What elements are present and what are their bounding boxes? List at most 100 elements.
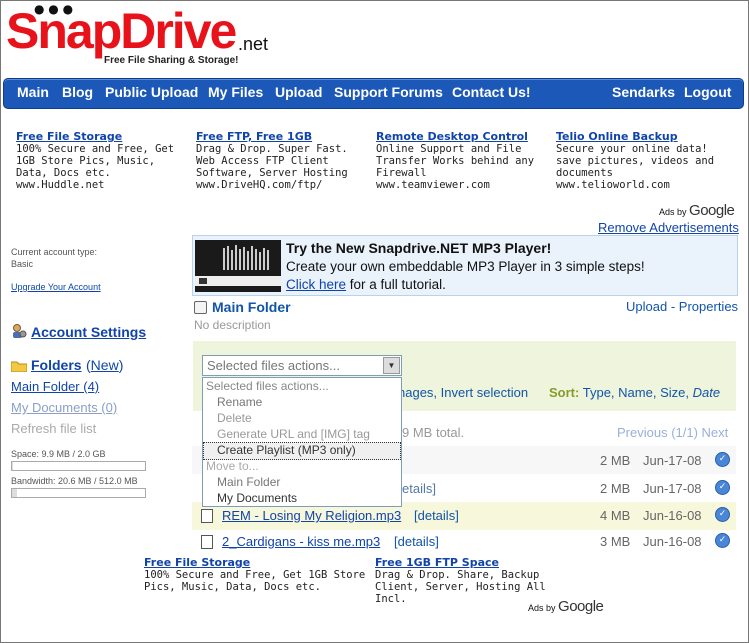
selected-check-icon[interactable]: ✓ [715, 452, 730, 467]
audio-file-icon [201, 509, 213, 523]
ad-url[interactable]: www.telioworld.com [556, 179, 728, 191]
select-all-checkbox[interactable] [194, 301, 207, 314]
ad-body: Drag & Drop. Super Fast. Web Access FTP … [196, 143, 348, 179]
file-date: Jun-17-08 [643, 453, 702, 468]
selected-files-actions-select[interactable]: Selected files actions... ▼ [202, 355, 402, 376]
remove-ads-link[interactable]: Remove Advertisements [598, 220, 739, 235]
dropdown-option-main-folder[interactable]: Main Folder [217, 475, 280, 489]
space-bar-fill [12, 462, 13, 470]
bandwidth-label: Bandwidth: 20.6 MB / 512.0 MB [11, 476, 138, 486]
ad-title[interactable]: Remote Desktop Control [376, 131, 548, 143]
details-link[interactable]: [details] [414, 508, 459, 523]
sort-name[interactable]: Name [618, 385, 653, 400]
ad-block[interactable]: Remote Desktop Control Online Support an… [376, 131, 548, 192]
nav-main[interactable]: Main [17, 84, 49, 100]
ad-block[interactable]: Free File Storage 100% Secure and Free, … [16, 131, 188, 192]
sort-controls: Sort: Type, Name, Size, Date [549, 385, 721, 400]
ad-title[interactable]: Free File Storage [144, 557, 374, 569]
nav-public-upload[interactable]: Public Upload [105, 84, 198, 100]
ad-url[interactable]: www.teamviewer.com [376, 179, 548, 191]
details-link[interactable]: [details] [394, 534, 439, 549]
mp3-banner-line2-rest: for a full tutorial. [346, 277, 446, 292]
selected-check-icon[interactable]: ✓ [715, 533, 730, 548]
folder-actions: Upload - Properties [626, 299, 738, 314]
folder-title: Main Folder [212, 299, 291, 315]
ads-by-prefix: Ads by [528, 603, 556, 613]
ad-url[interactable]: www.DriveHQ.com/ftp/ [196, 179, 368, 191]
properties-link[interactable]: Properties [679, 299, 738, 314]
mp3-banner-line1: Create your own embeddable MP3 Player in… [286, 259, 645, 274]
dropdown-option-my-documents[interactable]: My Documents [217, 491, 297, 505]
logo-tagline: Free File Sharing & Storage! [104, 55, 239, 66]
nav-support-forums[interactable]: Support Forums [334, 84, 443, 100]
ad-block[interactable]: Telio Online Backup Secure your online d… [556, 131, 728, 192]
ad-url[interactable]: www.Huddle.net [16, 179, 188, 191]
mp3-player-image [195, 240, 281, 292]
dropdown-option-delete[interactable]: Delete [217, 411, 252, 425]
nav-username[interactable]: Sendarks [612, 84, 675, 100]
nav-contact-us[interactable]: Contact Us! [452, 84, 531, 100]
ads-by-prefix: Ads by [659, 207, 687, 217]
ad-block[interactable]: Free FTP, Free 1GB Drag & Drop. Super Fa… [196, 131, 368, 192]
nav-my-files[interactable]: My Files [208, 84, 263, 100]
file-size: 2 MB [600, 481, 631, 496]
total-size: 9 MB total. [402, 425, 465, 440]
google-logo: Google [558, 598, 604, 615]
space-bar [11, 461, 146, 471]
sidebar-item-my-documents[interactable]: My Documents (0) [11, 400, 117, 415]
mp3-banner-line2: Click here for a full tutorial. [286, 277, 446, 292]
ad-body: Online Support and File Transfer Works b… [376, 143, 535, 179]
details-link[interactable]: etails] [402, 481, 436, 496]
nav-blog[interactable]: Blog [62, 84, 93, 100]
file-size: 4 MB [600, 508, 631, 523]
selected-check-icon[interactable]: ✓ [715, 507, 730, 522]
ad-title[interactable]: Free File Storage [16, 131, 188, 143]
file-date: Jun-16-08 [643, 534, 702, 549]
file-name-link[interactable]: 2_Cardigans - kiss me.mp3 [222, 534, 380, 549]
click-here-link[interactable]: Click here [286, 277, 346, 292]
ad-title[interactable]: Telio Online Backup [556, 131, 728, 143]
folders-link[interactable]: Folders [31, 357, 82, 373]
space-label: Space: 9.9 MB / 2.0 GB [11, 449, 106, 459]
dropdown-option[interactable]: Selected files actions... [206, 379, 329, 393]
ad-title[interactable]: Free 1GB FTP Space [375, 557, 575, 569]
audio-file-icon [201, 535, 213, 549]
account-settings-link[interactable]: Account Settings [31, 324, 146, 340]
dropdown-option-create-playlist[interactable]: Create Playlist (MP3 only) [217, 443, 356, 457]
dropdown-option-generate-url[interactable]: Generate URL and [IMG] tag [217, 427, 370, 441]
upgrade-account-link[interactable]: Upgrade Your Account [11, 282, 101, 292]
sort-type[interactable]: Type [583, 385, 611, 400]
ads-by-google[interactable]: Ads by Google [659, 202, 735, 219]
ad-block[interactable]: Free File Storage 100% Secure and Free, … [144, 557, 374, 594]
upload-link[interactable]: Upload [626, 299, 667, 314]
sort-size[interactable]: Size [660, 385, 685, 400]
nav-logout[interactable]: Logout [684, 84, 731, 100]
select-images-invert[interactable]: nages, Invert selection [398, 385, 528, 400]
nav-upload[interactable]: Upload [275, 84, 322, 100]
selected-check-icon[interactable]: ✓ [715, 480, 730, 495]
sort-date[interactable]: Date [693, 385, 720, 400]
previous-page[interactable]: Previous (1/1) [617, 425, 698, 440]
ad-title[interactable]: Free FTP, Free 1GB [196, 131, 368, 143]
new-folder-link[interactable]: New [91, 357, 119, 373]
folder-description: No description [194, 318, 271, 332]
separator: - [670, 299, 676, 314]
file-size: 3 MB [600, 534, 631, 549]
ads-by-google[interactable]: Ads by Google [528, 598, 604, 615]
new-folder-wrap: (New) [86, 357, 124, 373]
logo[interactable]: SnapDrive [6, 4, 237, 58]
actions-dropdown-list: Selected files actions... Rename Delete … [202, 377, 402, 507]
bandwidth-bar-fill [12, 489, 17, 497]
file-date: Jun-17-08 [643, 481, 702, 496]
file-name-link[interactable]: REM - Losing My Religion.mp3 [222, 508, 401, 523]
mp3-banner: Try the New Snapdrive.NET MP3 Player! Cr… [192, 235, 738, 296]
chevron-down-icon[interactable]: ▼ [383, 357, 400, 374]
sort-label: Sort: [549, 385, 580, 400]
ad-body: Secure your online data! save pictures, … [556, 143, 715, 179]
account-settings-icon [11, 323, 27, 338]
refresh-file-list[interactable]: Refresh file list [11, 421, 96, 436]
sidebar-item-main-folder[interactable]: Main Folder (4) [11, 379, 99, 394]
dropdown-option-rename[interactable]: Rename [217, 395, 262, 409]
next-page[interactable]: Next [702, 425, 729, 440]
mp3-banner-heading: Try the New Snapdrive.NET MP3 Player! [286, 240, 552, 256]
